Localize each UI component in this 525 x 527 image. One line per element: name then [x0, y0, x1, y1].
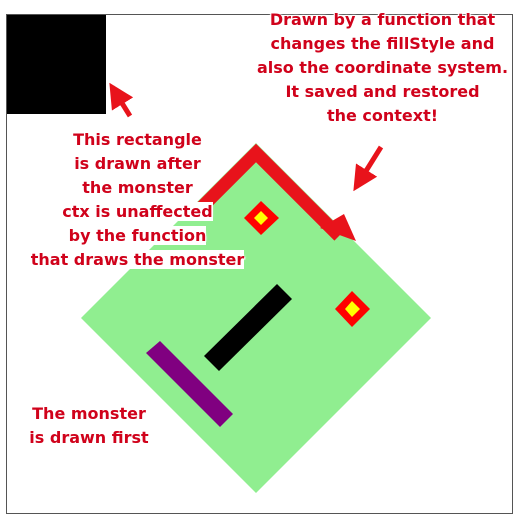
canvas-diagram: Drawn by a function that changes the fil…: [0, 0, 525, 527]
black-rectangle: [7, 15, 106, 114]
annotation-middle-left: This rectangle is drawn after the monste…: [30, 130, 245, 269]
annotation-bottom-left: The monster is drawn first: [29, 404, 149, 447]
annotation-top-right: Drawn by a function that changes the fil…: [256, 10, 509, 125]
pointer-arrow-rectangle: [109, 82, 134, 118]
pointer-arrow-coordinates: [353, 145, 384, 192]
